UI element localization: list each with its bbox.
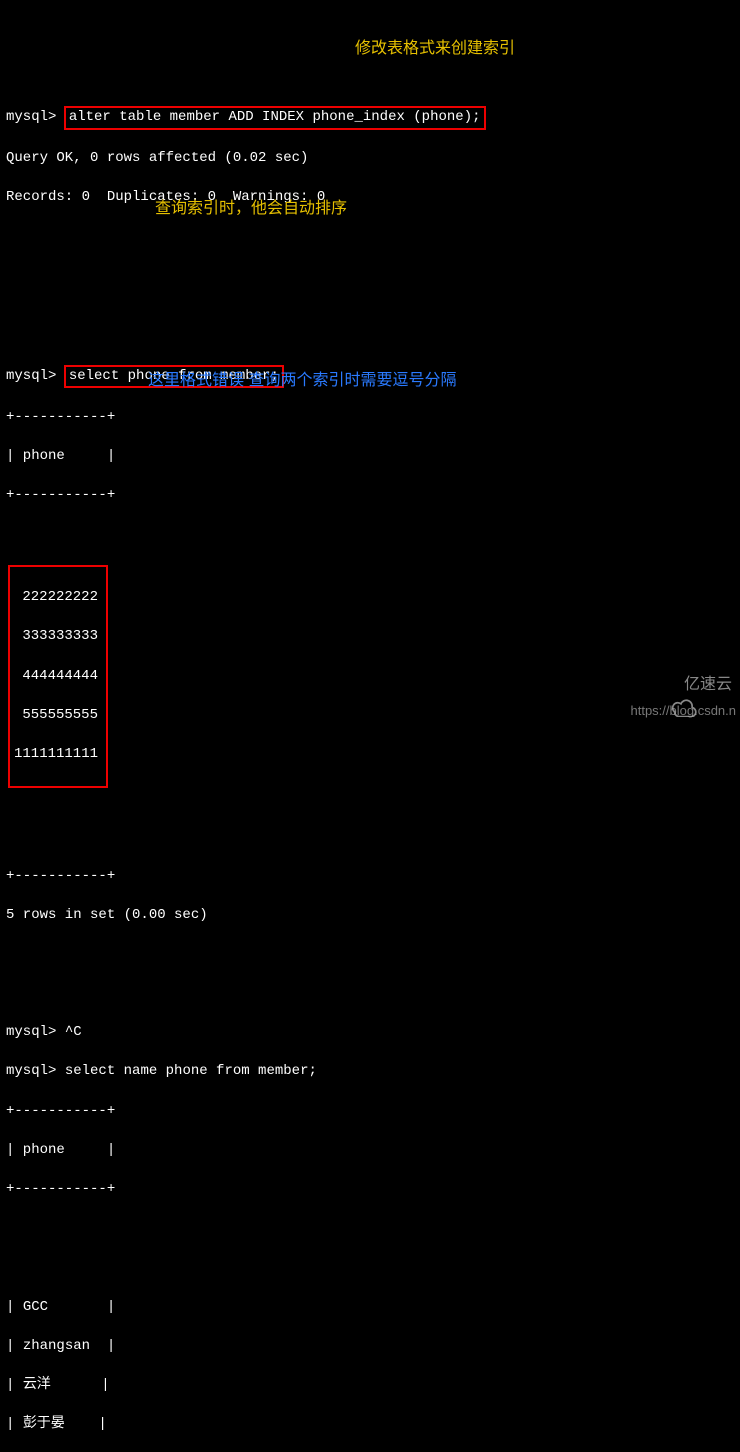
- annotation-3: 这里格式错误 查询两个索引时需要逗号分隔: [148, 370, 456, 392]
- watermark-yisu: 亿速云: [652, 674, 732, 696]
- ctrl-c: ^C: [65, 1024, 82, 1040]
- cmd-3: select name phone from member;: [65, 1063, 317, 1079]
- name-val: GCC: [23, 1299, 48, 1315]
- watermark-yisu-text: 亿速云: [684, 674, 732, 696]
- col-header: | phone |: [6, 1141, 734, 1161]
- terminal-line: mysql> ^C: [6, 1023, 734, 1043]
- sep: +-----------+: [6, 408, 734, 428]
- phone-val: 222222222: [14, 588, 102, 608]
- name-val: zhangsan: [23, 1338, 90, 1354]
- name-row: | zhangsan |: [6, 1337, 734, 1357]
- result-line: Query OK, 0 rows affected (0.02 sec): [6, 149, 734, 169]
- result-line: Records: 0 Duplicates: 0 Warnings: 0: [6, 188, 734, 208]
- name-val: 彭于晏: [23, 1416, 65, 1432]
- prompt: mysql>: [6, 1024, 56, 1040]
- name-row: | 彭于晏 |: [6, 1415, 734, 1435]
- col-header: | phone |: [6, 447, 734, 467]
- name-row: | 云洋 |: [6, 1376, 734, 1396]
- name-val: 云洋: [23, 1377, 51, 1393]
- blank-line: [6, 228, 734, 248]
- annotation-2: 查询索引时，他会自动排序: [155, 198, 347, 220]
- terminal-line: mysql> select name phone from member;: [6, 1062, 734, 1082]
- prompt: mysql>: [6, 1063, 56, 1079]
- phone-val: 1111111111: [14, 745, 102, 765]
- cloud-icon: [652, 676, 680, 694]
- phone-val: 444444444: [14, 667, 102, 687]
- highlighted-cmd-1: alter table member ADD INDEX phone_index…: [64, 106, 486, 130]
- sep: +-----------+: [6, 867, 734, 887]
- prompt: mysql>: [6, 368, 56, 384]
- sep: +-----------+: [6, 1180, 734, 1200]
- sep: +-----------+: [6, 1102, 734, 1122]
- blank-line: [6, 945, 734, 965]
- annotation-1: 修改表格式来创建索引: [355, 38, 515, 60]
- phone-val: 333333333: [14, 627, 102, 647]
- terminal-line: mysql> alter table member ADD INDEX phon…: [6, 106, 734, 130]
- name-row: | GCC |: [6, 1298, 734, 1318]
- phone-values-box: 222222222 333333333 444444444 555555555 …: [6, 565, 108, 789]
- sep: +-----------+: [6, 486, 734, 506]
- prompt: mysql>: [6, 109, 56, 125]
- phone-val: 555555555: [14, 706, 102, 726]
- watermark-csdn: https://blog.csdn.n: [630, 702, 736, 720]
- result-line: 5 rows in set (0.00 sec): [6, 906, 734, 926]
